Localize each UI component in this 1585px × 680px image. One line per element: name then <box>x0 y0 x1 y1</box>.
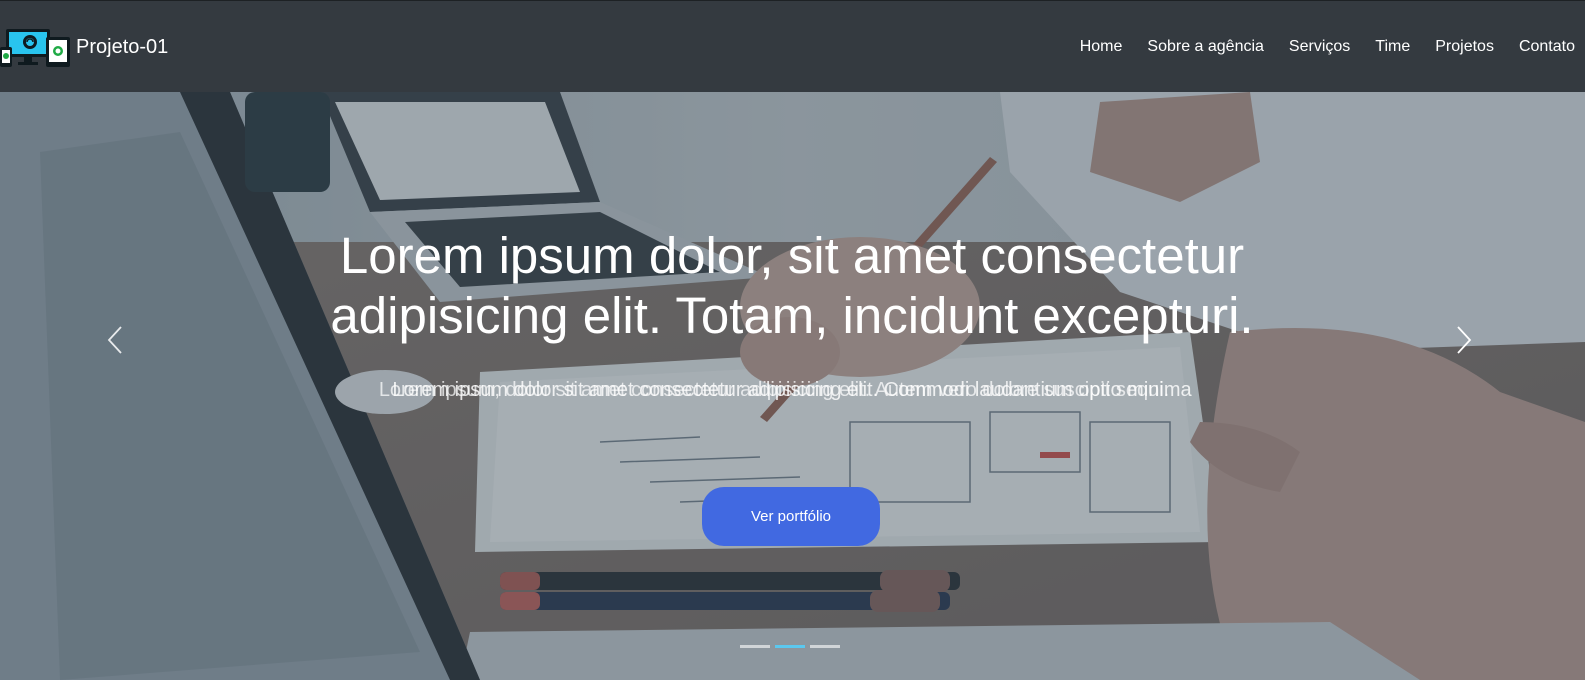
hero-title: Lorem ipsum dolor, sit amet consectetur … <box>330 227 1254 344</box>
nav-item-contato: Contato <box>1519 38 1575 56</box>
nav-item-home: Home <box>1080 38 1123 56</box>
nav-item-time: Time <box>1375 38 1410 56</box>
brand-link[interactable]: Projeto-01 <box>0 23 168 71</box>
carousel-indicator-1[interactable] <box>740 645 770 648</box>
navbar: Projeto-01 Home Sobre a agência Serviços… <box>0 0 1585 92</box>
carousel-indicator-3[interactable] <box>810 645 840 648</box>
hero-carousel: Lorem ipsum dolor, sit amet consectetur … <box>0 92 1585 680</box>
carousel-prev-button[interactable] <box>101 325 131 355</box>
nav-link-projetos[interactable]: Projetos <box>1435 38 1494 55</box>
nav-menu: Home Sobre a agência Serviços Time Proje… <box>1055 1 1575 93</box>
carousel-indicators <box>740 645 840 648</box>
nav-link-sobre-a-agencia[interactable]: Sobre a agência <box>1147 38 1264 55</box>
nav-link-servicos[interactable]: Serviços <box>1289 38 1350 55</box>
hero-subtitle-2: Lorem ipsum, dolor sit amet consectetur … <box>378 379 1170 401</box>
chevron-right-icon <box>1457 326 1472 354</box>
brand-name: Projeto-01 <box>76 35 169 58</box>
chevron-left-icon <box>107 326 122 354</box>
nav-item-servicos: Serviços <box>1289 38 1350 56</box>
responsive-devices-icon <box>0 29 70 67</box>
nav-link-contato[interactable]: Contato <box>1519 38 1575 55</box>
carousel-next-button[interactable] <box>1450 325 1480 355</box>
nav-item-projetos: Projetos <box>1435 38 1494 56</box>
nav-link-home[interactable]: Home <box>1080 38 1123 55</box>
nav-link-time[interactable]: Time <box>1375 38 1410 55</box>
ver-portfolio-button[interactable]: Ver portfólio <box>702 487 880 546</box>
nav-item-sobre: Sobre a agência <box>1147 38 1264 56</box>
carousel-indicator-2[interactable] <box>775 645 805 648</box>
